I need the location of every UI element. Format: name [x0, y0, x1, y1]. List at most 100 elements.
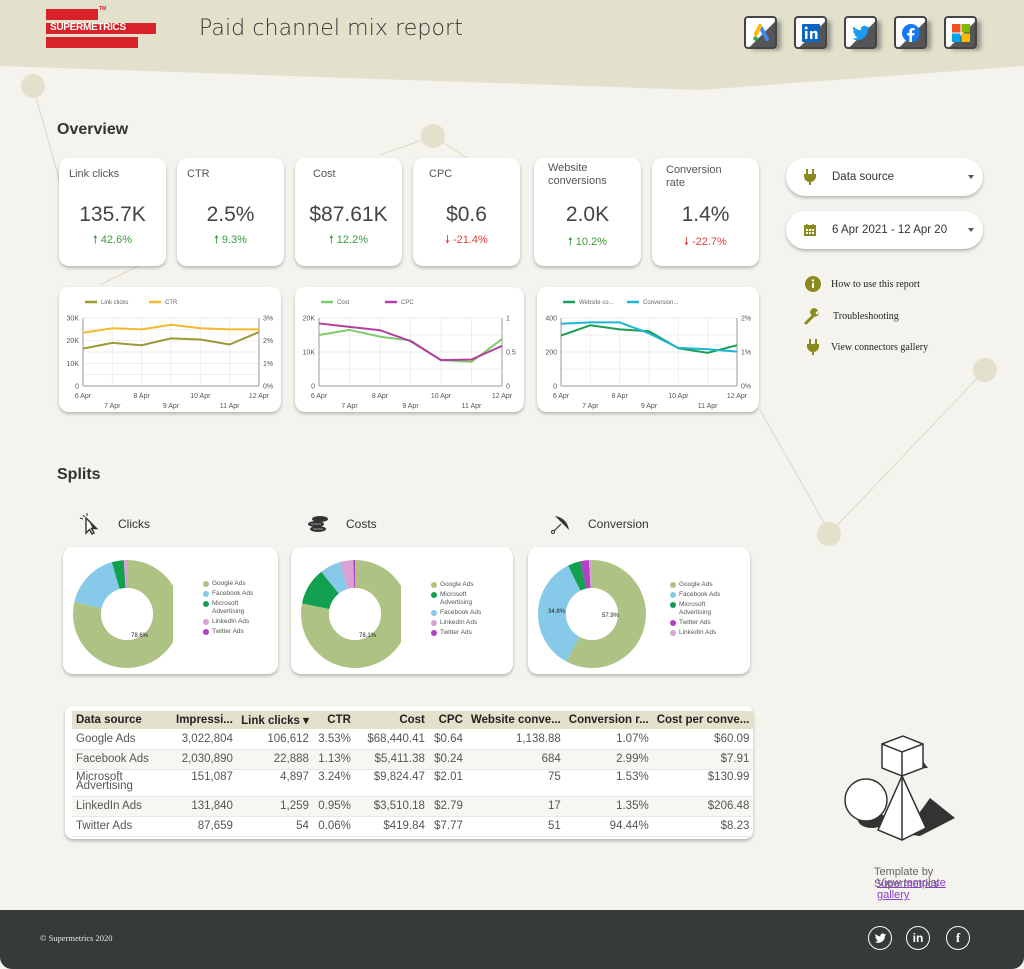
kpi-label: Conversion rate [666, 164, 722, 189]
kpi-label: Link clicks [69, 168, 120, 180]
table-cell: 106,612 [236, 729, 313, 750]
troubleshooting-link[interactable]: Troubleshooting [804, 307, 899, 325]
x-tick-label: 12 Apr [492, 393, 513, 400]
y-tick-label: 20K [67, 338, 80, 345]
column-header[interactable]: Conversion r... [564, 711, 653, 729]
microsoft-icon[interactable] [944, 16, 977, 49]
data-source-dropdown[interactable]: Data source [786, 158, 983, 196]
x-tick-label: 10 Apr [431, 393, 452, 400]
table-cell: 4,897 [236, 769, 313, 797]
donut-slice [321, 562, 349, 595]
legend-label: Microsoft Advertising [212, 600, 245, 615]
column-header[interactable]: Cost [354, 711, 429, 729]
kpi-label: Website conversions [548, 162, 607, 187]
legend-swatch [670, 592, 676, 598]
kpi-label: CPC [429, 168, 453, 180]
table-cell: $60.09 [652, 729, 754, 750]
table-cell: Facebook Ads [72, 749, 172, 770]
y-tick-label: 0 [75, 384, 79, 391]
legend-swatch [203, 619, 209, 625]
legend-item: LinkedIn Ads [670, 629, 721, 637]
table-cell: 1.13% [312, 749, 355, 770]
legend-swatch [203, 601, 209, 607]
table-cell: 3.24% [312, 769, 355, 797]
twitter-icon[interactable] [868, 926, 892, 950]
column-header[interactable]: Cost per conve... [652, 711, 754, 729]
table-cell: 94.44% [564, 816, 653, 837]
line-chart-conversions: Website co... Conversion... 0 200 400 0% 1% 2% 6… [537, 287, 759, 412]
donut-chart-costs: 78.1% [301, 559, 401, 668]
table-cell: 51 [466, 816, 565, 837]
table-cell: $2.01 [428, 769, 467, 797]
plug-icon [802, 169, 818, 185]
table-cell: 151,087 [172, 769, 237, 797]
column-header-sorted[interactable]: Link clicks ▾ [236, 711, 313, 729]
column-header[interactable]: CTR [312, 711, 355, 729]
date-range-picker[interactable]: 6 Apr 2021 - 12 Apr 20 [786, 211, 983, 249]
line-chart-svg: Link clicks CTR 0 10K 20K 30K 0% 1% 2% 3% 6 Apr 7 A… [67, 300, 274, 410]
page-title: Paid channel mix report [199, 16, 463, 41]
table-cell: $0.24 [428, 749, 467, 770]
table-row: Twitter Ads 87,659 54 0.06% $419.84 $7.77 51 94… [72, 816, 754, 837]
twitter-icon[interactable] [844, 16, 877, 49]
table-cell: $7.77 [428, 816, 467, 837]
x-tick-label: 10 Apr [668, 393, 689, 400]
y-tick-label: 0 [311, 384, 315, 391]
table-cell: $68,440.41 [354, 729, 429, 750]
view-template-gallery-link[interactable]: View template gallery [877, 877, 957, 901]
kpi-value: 1.4% [681, 203, 730, 226]
kpi-delta: 🠕 9.3% [214, 234, 247, 246]
supermetrics-logo: SUPERMETRICS TM [46, 6, 158, 49]
how-to-use-link[interactable]: How to use this report [804, 275, 920, 293]
donut-legend: Google Ads Facebook Ads Microsoft Advertis… [203, 580, 254, 638]
slice-label: 78.6% [131, 633, 149, 639]
line-chart-svg: Cost CPC 0 10K 20K 0 0.5 1 6 Apr 7 Apr 8 Apr 9 Apr 1… [303, 300, 516, 410]
linkedin-icon[interactable] [794, 16, 827, 49]
column-header[interactable]: Data source [72, 711, 172, 729]
legend-item: LinkedIn Ads [431, 619, 482, 627]
arrow-up-icon: 🠕 [214, 234, 219, 246]
kpi-card-conversion-rate: Conversion rate 1.4% 🠗 -22.7% [652, 158, 759, 266]
coins-icon [306, 513, 332, 535]
table-cell: 684 [466, 749, 565, 770]
column-header[interactable]: Impressi... [172, 711, 237, 729]
connectors-gallery-link[interactable]: View connectors gallery [804, 338, 928, 356]
legend-label: Facebook Ads [440, 609, 482, 616]
arrow-up-icon: 🠕 [93, 234, 98, 246]
legend-swatch [431, 620, 437, 626]
legend-label: CPC [401, 300, 414, 306]
x-tick-label: 6 Apr [75, 393, 92, 400]
linkedin-icon[interactable]: in [906, 926, 930, 950]
facebook-icon[interactable]: f [946, 926, 970, 950]
y-tick-label: 20K [303, 316, 316, 323]
y-tick-label: 30K [67, 316, 80, 323]
table-row: Google Ads 3,022,804 106,612 3.53% $68,440.4… [72, 729, 754, 750]
table-cell: 54 [236, 816, 313, 837]
table-cell: $2.79 [428, 796, 467, 817]
date-range-label: 6 Apr 2021 - 12 Apr 20 [832, 224, 948, 236]
facebook-icon[interactable] [894, 16, 927, 49]
table-cell: Google Ads [72, 729, 172, 750]
table-cell: 0.95% [312, 796, 355, 817]
legend-label: Twitter Ads [212, 628, 244, 635]
y-tick-label: 3% [263, 316, 273, 323]
kpi-card-cpc: CPC $0.6 🠗 -21.4% [413, 158, 520, 266]
clicks-split-header: Clicks [78, 513, 150, 535]
kpi-value: 135.7K [79, 203, 146, 226]
column-header[interactable]: CPC [428, 711, 467, 729]
google-ads-icon[interactable] [744, 16, 777, 49]
arrow-down-icon: 🠗 [684, 236, 689, 248]
legend-label: Website co... [579, 300, 614, 306]
table-cell: 75 [466, 769, 565, 797]
cursor-click-icon [78, 513, 104, 535]
column-header[interactable]: Website conve... [466, 711, 565, 729]
x-tick-label: 9 Apr [402, 403, 419, 410]
table-cell: 0.06% [312, 816, 355, 837]
footer: © Supermetrics 2020 in f [0, 910, 1024, 969]
satellite-dish-icon [548, 513, 574, 535]
legend-item: Conversion... [627, 300, 679, 306]
table-cell: Microsoft Advertising [72, 769, 172, 797]
legend-item: CTR [149, 300, 178, 306]
chevron-down-icon [968, 175, 974, 179]
kpi-card-ctr: CTR 2.5% 🠕 9.3% [177, 158, 284, 266]
